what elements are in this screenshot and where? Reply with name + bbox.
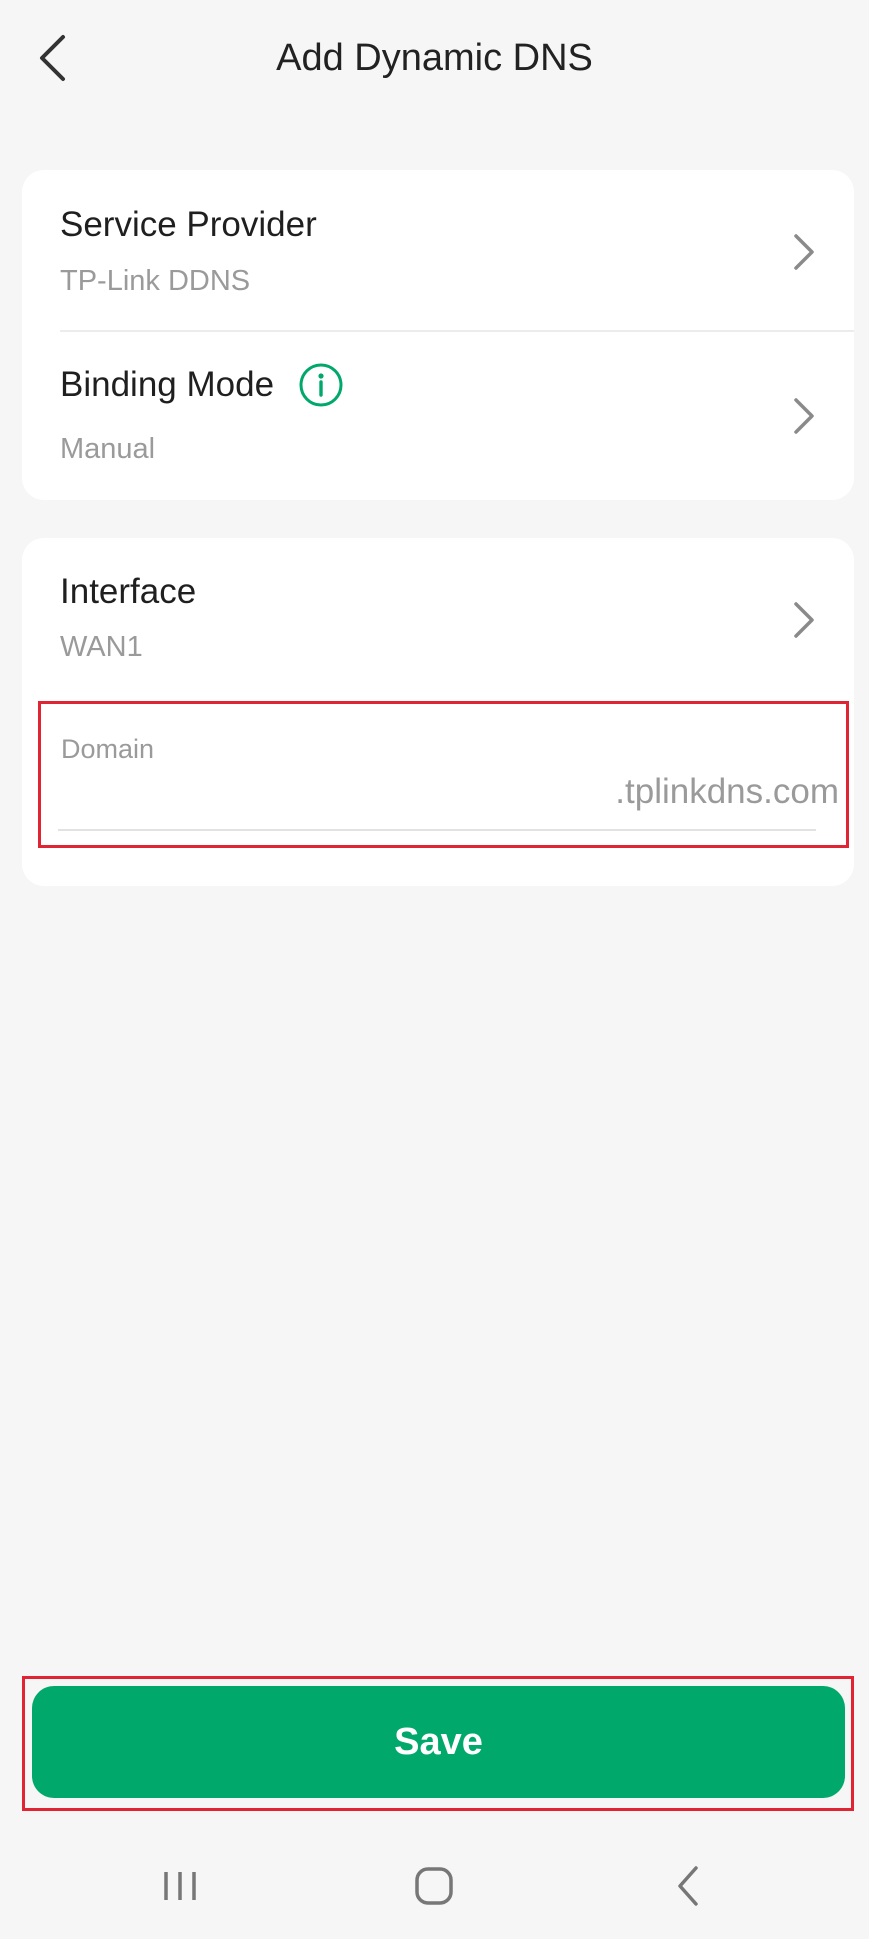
- service-provider-row[interactable]: Service Provider TP-Link DDNS: [22, 170, 854, 330]
- binding-mode-label: Binding Mode: [60, 365, 275, 404]
- service-provider-value: TP-Link DDNS: [60, 265, 251, 297]
- nav-back-icon: [678, 1866, 698, 1906]
- ddns-settings-card: Service Provider TP-Link DDNS Binding Mo…: [22, 170, 854, 500]
- home-button[interactable]: [394, 1852, 474, 1920]
- recent-apps-button[interactable]: [140, 1852, 220, 1920]
- service-provider-label: Service Provider: [60, 205, 317, 244]
- page-title: Add Dynamic DNS: [276, 37, 593, 79]
- binding-mode-row[interactable]: Binding Mode Manual: [22, 332, 854, 500]
- top-bar: Add Dynamic DNS: [0, 0, 869, 118]
- chevron-right-icon: [794, 398, 814, 434]
- save-button[interactable]: Save: [32, 1686, 845, 1798]
- interface-value: WAN1: [60, 631, 143, 663]
- recent-apps-icon: [164, 1872, 196, 1900]
- domain-label: Domain: [61, 734, 155, 764]
- interface-row[interactable]: Interface WAN1: [22, 538, 854, 698]
- chevron-right-icon: [794, 234, 814, 270]
- nav-back-button[interactable]: [649, 1852, 729, 1920]
- interface-label: Interface: [60, 572, 197, 611]
- binding-mode-label-group: Binding Mode: [60, 362, 344, 408]
- chevron-right-icon: [794, 602, 814, 638]
- domain-underline: [58, 829, 816, 831]
- info-icon[interactable]: [298, 362, 344, 408]
- system-nav-bar: [0, 1840, 869, 1939]
- home-icon: [415, 1867, 453, 1905]
- domain-suffix: .tplinkdns.com: [615, 772, 839, 811]
- binding-mode-value: Manual: [60, 433, 156, 465]
